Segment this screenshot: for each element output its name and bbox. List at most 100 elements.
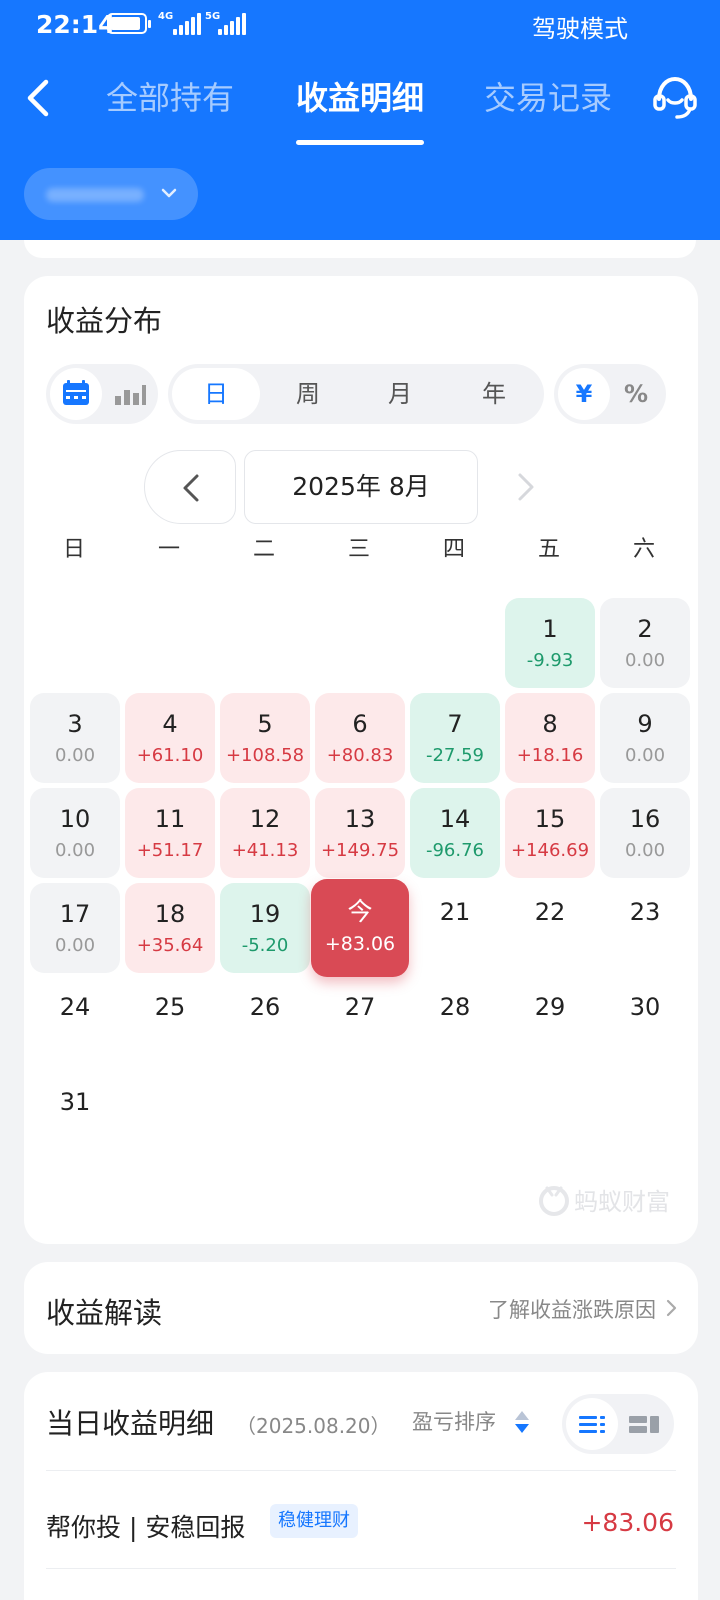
calendar-day[interactable]: 13 +149.75: [315, 788, 405, 878]
chevron-right-icon: [666, 1299, 677, 1317]
day-number: 31: [59, 1088, 91, 1116]
calendar-day[interactable]: 19 -5.20: [220, 883, 310, 973]
previous-card-edge: [24, 240, 696, 258]
account-selector[interactable]: [24, 168, 198, 220]
signal-icon-2: [218, 13, 248, 35]
day-number: 18: [154, 900, 186, 928]
period-month[interactable]: 月: [356, 368, 444, 420]
day-number: 6: [352, 710, 368, 738]
day-number: 11: [154, 805, 186, 833]
current-month-label[interactable]: 2025年 8月: [244, 450, 478, 524]
tab-all-holdings[interactable]: 全部持有: [100, 72, 240, 124]
income-reason-link[interactable]: 了解收益涨跌原因: [488, 1294, 656, 1324]
day-income-value: 0.00: [54, 745, 96, 766]
card-view-button[interactable]: [618, 1398, 670, 1450]
unit-percent[interactable]: %: [610, 368, 662, 420]
chevron-right-icon: [518, 473, 534, 501]
calendar-day[interactable]: 4 +61.10: [125, 693, 215, 783]
status-bar: 22:14 4G 5G 驾驶模式: [0, 0, 720, 48]
product-tag: 稳健理财: [270, 1504, 358, 1538]
day-income-value: 0.00: [624, 745, 666, 766]
period-week[interactable]: 周: [264, 368, 352, 420]
calendar-day[interactable]: 10 0.00: [30, 788, 120, 878]
calendar-day[interactable]: 9 0.00: [600, 693, 690, 783]
day-income-value: 0.00: [54, 840, 96, 861]
period-day[interactable]: 日: [172, 368, 260, 420]
chevron-left-icon: [183, 474, 199, 502]
calendar-day[interactable]: 8 +18.16: [505, 693, 595, 783]
tab-active-underline: [296, 140, 424, 145]
list-icon: [579, 1416, 605, 1433]
day-number: 29: [534, 993, 566, 1021]
day-number: 9: [637, 710, 653, 738]
calendar-day[interactable]: 12 +41.13: [220, 788, 310, 878]
day-income-value: +146.69: [510, 840, 590, 861]
calendar-day-today[interactable]: 今 +83.06: [311, 879, 409, 977]
list-view-button[interactable]: [566, 1398, 618, 1450]
day-income-value: 0.00: [624, 650, 666, 671]
income-interpretation-title: 收益解读: [46, 1296, 163, 1330]
calendar-day[interactable]: 23: [600, 883, 690, 973]
calendar-day[interactable]: 30: [600, 978, 690, 1068]
day-number: 28: [439, 993, 471, 1021]
day-number: 27: [344, 993, 376, 1021]
day-number: 8: [542, 710, 558, 738]
unit-amount[interactable]: ¥: [558, 368, 610, 420]
calendar-day[interactable]: 7 -27.59: [410, 693, 500, 783]
account-name-blurred: [46, 188, 144, 202]
day-number: 30: [629, 993, 661, 1021]
calendar-day[interactable]: 31: [30, 1073, 120, 1163]
period-year[interactable]: 年: [450, 368, 538, 420]
calendar-day[interactable]: 11 +51.17: [125, 788, 215, 878]
calendar-day[interactable]: 14 -96.76: [410, 788, 500, 878]
calendar-day[interactable]: 29: [505, 978, 595, 1068]
calendar-view-button[interactable]: [50, 368, 102, 420]
calendar-day[interactable]: 18 +35.64: [125, 883, 215, 973]
day-number: 1: [542, 615, 558, 643]
day-number: 10: [59, 805, 91, 833]
calendar-day[interactable]: 2 0.00: [600, 598, 690, 688]
day-income-value: +149.75: [320, 840, 400, 861]
day-number: 26: [249, 993, 281, 1021]
day-income-value: -96.76: [425, 840, 485, 861]
calendar-day[interactable]: 22: [505, 883, 595, 973]
day-income-value: -5.20: [241, 935, 289, 956]
calendar-day[interactable]: 25: [125, 978, 215, 1068]
calendar-day[interactable]: 17 0.00: [30, 883, 120, 973]
tab-income-detail[interactable]: 收益明细: [290, 72, 430, 124]
calendar-day[interactable]: 28: [410, 978, 500, 1068]
sort-icon[interactable]: [512, 1408, 532, 1436]
calendar-day[interactable]: 1 -9.93: [505, 598, 595, 688]
income-interpretation-card[interactable]: 收益解读 了解收益涨跌原因: [24, 1262, 698, 1354]
day-number: 今: [347, 897, 373, 926]
day-income-value: 0.00: [54, 935, 96, 956]
weekday-sun: 日: [62, 537, 85, 562]
calendar-day[interactable]: 27: [315, 978, 405, 1068]
weekday-wed: 三: [347, 537, 370, 562]
calendar-day[interactable]: 6 +80.83: [315, 693, 405, 783]
customer-service-icon[interactable]: [650, 72, 700, 122]
back-icon[interactable]: [20, 72, 60, 124]
calendar-day[interactable]: 5 +108.58: [220, 693, 310, 783]
next-month-button[interactable]: [502, 450, 552, 524]
drive-mode-label[interactable]: 驾驶模式: [532, 9, 628, 44]
chevron-down-icon: [161, 188, 177, 198]
chart-view-button[interactable]: [102, 368, 154, 420]
tab-transactions[interactable]: 交易记录: [478, 72, 618, 124]
calendar-day[interactable]: 15 +146.69: [505, 788, 595, 878]
calendar-day[interactable]: 21: [410, 883, 500, 973]
profit-sort-button[interactable]: 盈亏排序: [412, 1406, 496, 1436]
calendar-day[interactable]: 16 0.00: [600, 788, 690, 878]
calendar-day[interactable]: 24: [30, 978, 120, 1068]
day-income-value: +18.16: [516, 745, 584, 766]
day-number: 3: [67, 710, 83, 738]
weekday-sat: 六: [632, 537, 655, 562]
calendar-day[interactable]: 26: [220, 978, 310, 1068]
calendar-day[interactable]: 3 0.00: [30, 693, 120, 783]
day-number: 15: [534, 805, 566, 833]
previous-month-button[interactable]: [144, 450, 236, 524]
day-number: 14: [439, 805, 471, 833]
view-mode-toggle: [46, 364, 158, 424]
day-number: 4: [162, 710, 178, 738]
weekday-tue: 二: [252, 537, 275, 562]
